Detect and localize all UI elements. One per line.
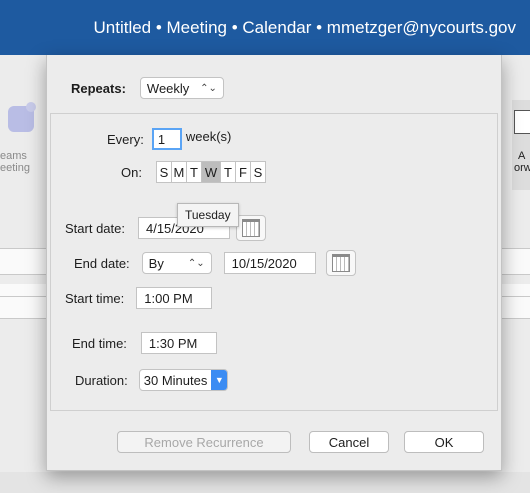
recurrence-dialog: Repeats: Weekly ⌃⌄ Every: 1 week(s) On: …: [46, 55, 502, 471]
end-time-input[interactable]: 1:30 PM: [140, 332, 217, 354]
ok-button[interactable]: OK: [404, 431, 484, 453]
end-date-calendar-button[interactable]: [325, 250, 356, 276]
day-friday[interactable]: F: [236, 162, 251, 182]
every-row: Every: 1 week(s): [107, 128, 231, 150]
start-time-input[interactable]: 1:00 PM: [136, 287, 213, 309]
repeats-popup[interactable]: Weekly ⌃⌄: [139, 77, 224, 99]
forward-label-2: orw: [514, 162, 530, 174]
end-time-label: End time:: [72, 335, 127, 351]
start-time-row: Start time: 1:00 PM: [65, 287, 213, 309]
every-unit-label: week(s): [185, 128, 232, 144]
on-row: On: S M T W T F S: [121, 161, 266, 183]
start-date-label: Start date:: [65, 220, 125, 236]
teams-label-2: eeting: [0, 162, 30, 174]
window-titlebar: Untitled • Meeting • Calendar • mmetzger…: [0, 0, 530, 55]
start-date-calendar-button[interactable]: [235, 215, 266, 241]
teams-icon-dot: [26, 102, 36, 112]
duration-row: Duration: 30 Minutes ▼: [75, 369, 229, 391]
repeats-label: Repeats:: [71, 80, 126, 96]
every-label: Every:: [107, 131, 144, 147]
end-date-label: End date:: [74, 255, 130, 271]
end-date-row: End date: By ⌃⌄ 10/15/2020: [74, 250, 356, 276]
on-label: On:: [121, 164, 142, 180]
day-tooltip: Tuesday: [177, 203, 239, 227]
window-title: Untitled • Meeting • Calendar • mmetzger…: [93, 17, 516, 37]
day-saturday[interactable]: S: [251, 162, 265, 182]
duration-popup[interactable]: 30 Minutes ▼: [138, 369, 229, 391]
updown-chevron-icon: ⌃⌄: [187, 257, 205, 269]
day-sunday[interactable]: S: [157, 162, 172, 182]
chevron-down-icon: ▼: [211, 370, 228, 390]
cancel-button[interactable]: Cancel: [309, 431, 389, 453]
forward-toolbar-button[interactable]: A orw: [512, 100, 530, 190]
calendar-icon: [241, 219, 260, 237]
end-date-mode-popup[interactable]: By ⌃⌄: [141, 252, 212, 274]
day-wednesday[interactable]: W: [201, 162, 221, 182]
end-time-row: End time: 1:30 PM: [72, 332, 217, 354]
calendar-icon: [331, 254, 350, 272]
duration-value: 30 Minutes: [143, 372, 208, 388]
start-time-label: Start time:: [65, 290, 125, 306]
recurrence-options-group: Every: 1 week(s) On: S M T W T F S Start…: [50, 113, 498, 411]
forward-label-1: A: [518, 150, 526, 162]
teams-meeting-toolbar-button[interactable]: eams eeting: [0, 100, 52, 180]
weekday-selector: S M T W T F S: [155, 161, 266, 183]
day-thursday[interactable]: T: [221, 162, 236, 182]
day-monday[interactable]: M: [172, 162, 187, 182]
updown-chevron-icon: ⌃⌄: [200, 82, 217, 94]
repeats-value: Weekly: [146, 80, 190, 96]
remove-recurrence-button[interactable]: Remove Recurrence: [117, 431, 291, 453]
bottom-bg: [0, 472, 530, 493]
repeats-row: Repeats: Weekly ⌃⌄: [71, 77, 224, 99]
envelope-icon: [514, 110, 530, 134]
end-date-input[interactable]: 10/15/2020: [223, 252, 316, 274]
duration-label: Duration:: [75, 372, 128, 388]
day-tuesday[interactable]: T: [187, 162, 202, 182]
every-input[interactable]: 1: [151, 128, 182, 150]
end-date-mode-value: By: [148, 255, 164, 271]
teams-label-1: eams: [0, 150, 27, 162]
